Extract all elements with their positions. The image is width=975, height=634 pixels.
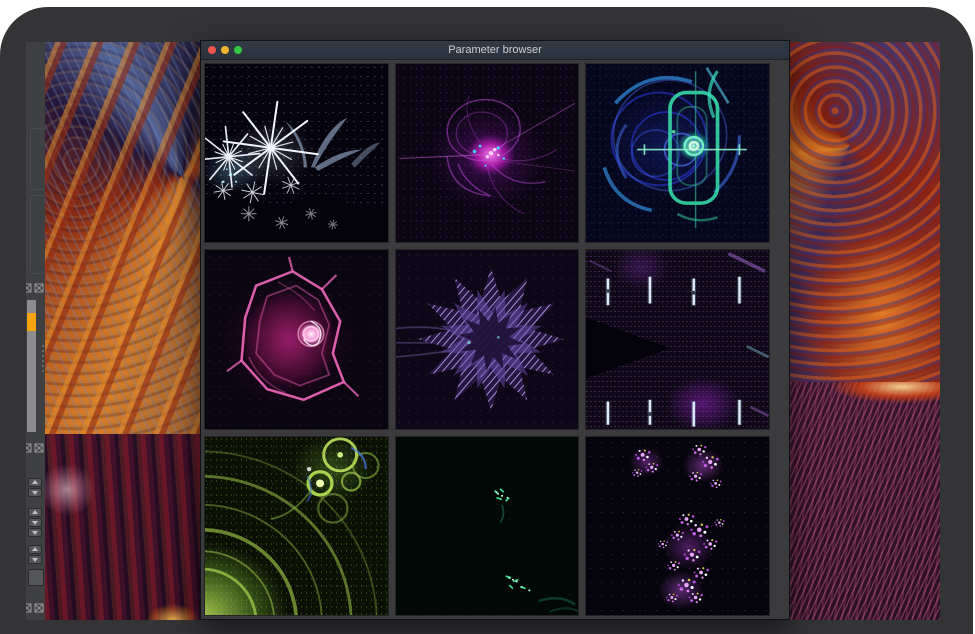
spinner-down-button[interactable]: [28, 555, 42, 564]
fractal-preview-art: [205, 250, 388, 428]
thumbnail-white-star-flowers[interactable]: [204, 63, 389, 243]
fractal-preview-art: [396, 437, 579, 615]
fractal-preview-art: [586, 437, 769, 615]
fractal-wallpaper-right: [790, 42, 940, 620]
checkbox-icon-pair: [26, 283, 45, 293]
fractal-preview-art: [205, 437, 388, 615]
spinner-up-button[interactable]: [28, 545, 42, 554]
thumbnail-violet-noise-dashes[interactable]: [585, 249, 770, 429]
thumbnail-grid: [201, 59, 789, 619]
fractal-paisley: [790, 42, 940, 386]
checkbox-x-icon[interactable]: [26, 603, 32, 613]
checkbox-x-icon[interactable]: [34, 283, 44, 293]
fractal-preview-art: [396, 250, 579, 428]
spinner-down-button[interactable]: [28, 518, 42, 527]
spinner-up-button[interactable]: [28, 508, 42, 517]
spinner-up-button[interactable]: [28, 478, 42, 487]
fractal-red-streaks: [45, 434, 201, 620]
fractal-streak-fan: [790, 382, 940, 620]
slider-handle[interactable]: [27, 313, 36, 331]
fractal-feathers: [45, 42, 201, 438]
grip-dots-icon: [42, 345, 44, 372]
thumbnail-magenta-nebula[interactable]: [395, 63, 580, 243]
checkbox-x-icon[interactable]: [26, 443, 32, 453]
checkbox-x-icon[interactable]: [34, 443, 44, 453]
window-titlebar[interactable]: Parameter browser: [201, 41, 789, 60]
side-toolbar: [26, 42, 45, 620]
dropdown: [28, 528, 42, 537]
parameter-browser-window: Parameter browser: [200, 40, 790, 620]
window-title: Parameter browser: [201, 41, 789, 59]
fractal-preview-art: [586, 250, 769, 428]
fractal-wallpaper-left: [45, 42, 201, 620]
thumbnail-lavender-hatched-star[interactable]: [395, 249, 580, 429]
thumbnail-green-spark-arcs[interactable]: [204, 436, 389, 616]
spinner: [28, 508, 42, 527]
screen: Parameter browser: [0, 0, 975, 634]
thumbnail-violet-glitter-columns[interactable]: [585, 436, 770, 616]
vertical-slider[interactable]: [27, 300, 36, 432]
spinner: [28, 545, 42, 564]
thumbnail-pink-rose-spiral[interactable]: [204, 249, 389, 429]
spinner-down-button[interactable]: [28, 488, 42, 497]
spinner: [28, 478, 42, 497]
toolbar-panel: [30, 128, 45, 190]
checkbox-x-icon[interactable]: [34, 603, 44, 613]
thumbnail-teal-sparkle-clusters[interactable]: [395, 436, 580, 616]
checkbox-icon-pair: [26, 443, 45, 453]
thumbnail-blue-teal-swirl[interactable]: [585, 63, 770, 243]
fractal-preview-art: [586, 64, 769, 242]
fractal-preview-art: [205, 64, 388, 242]
toolbar-panel: [30, 195, 45, 274]
toolbar-button[interactable]: [28, 569, 44, 586]
checkbox-icon-pair: [26, 603, 45, 613]
dropdown-arrow-button[interactable]: [28, 528, 42, 537]
checkbox-x-icon[interactable]: [26, 283, 32, 293]
fractal-preview-art: [396, 64, 579, 242]
